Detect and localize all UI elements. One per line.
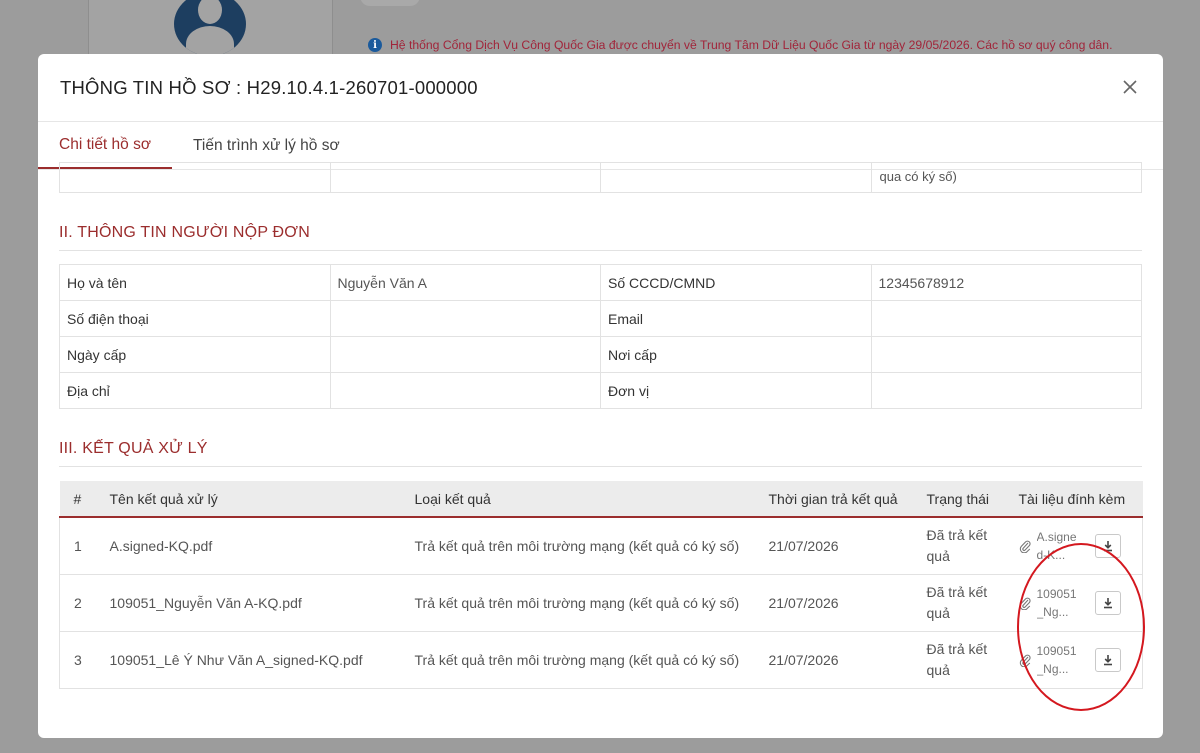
result-type: Trả kết quả trên môi trường mạng (kết qu… [404, 574, 759, 632]
results-table: # Tên kết quả xử lý Loại kết quả Thời gi… [59, 481, 1143, 689]
paperclip-icon [1019, 654, 1031, 667]
table-row: Số điện thoại Email [59, 300, 1142, 337]
table-cell [329, 162, 601, 193]
column-header: # [59, 481, 100, 518]
result-time: 21/07/2026 [758, 517, 917, 575]
result-name: 109051_Nguyễn Văn A-KQ.pdf [99, 574, 405, 632]
column-header: Thời gian trả kết quả [758, 481, 917, 518]
field-value: Nguyễn Văn A [329, 264, 601, 301]
field-label: Email [600, 300, 872, 337]
applicant-info-table: Họ và tên Nguyễn Văn A Số CCCD/CMND 1234… [59, 264, 1142, 409]
row-index: 1 [59, 517, 100, 575]
field-label: Số CCCD/CMND [600, 264, 872, 301]
paperclip-icon [1019, 540, 1031, 553]
field-label: Ngày cấp [59, 336, 331, 373]
result-name: A.signed-KQ.pdf [99, 517, 405, 575]
record-info-modal: THÔNG TIN HỒ SƠ : H29.10.4.1-260701-0000… [38, 54, 1163, 738]
field-value [329, 372, 601, 409]
table-cell [59, 162, 331, 193]
table-row: 1 A.signed-KQ.pdf Trả kết quả trên môi t… [59, 517, 1143, 575]
result-status: Đã trả kết quả [916, 517, 1009, 575]
results-section-title: III. KẾT QUẢ XỬ LÝ [59, 440, 1142, 467]
attachment-link[interactable]: 109051_Ng... [1037, 585, 1081, 621]
system-notice-text: Hệ thống Cổng Dịch Vụ Công Quốc Gia được… [390, 38, 1113, 52]
result-type: Trả kết quả trên môi trường mạng (kết qu… [404, 517, 759, 575]
download-icon [1103, 540, 1112, 552]
field-value [870, 300, 1142, 337]
result-status: Đã trả kết quả [916, 631, 1009, 689]
result-time: 21/07/2026 [758, 631, 917, 689]
system-notice: i Hệ thống Cổng Dịch Vụ Công Quốc Gia đư… [368, 38, 1112, 52]
field-label: Nơi cấp [600, 336, 872, 373]
field-label: Địa chỉ [59, 372, 331, 409]
attachment-cell: A.signed-K... [1008, 517, 1143, 575]
column-header: Trạng thái [916, 481, 1009, 518]
table-row: Họ và tên Nguyễn Văn A Số CCCD/CMND 1234… [59, 264, 1142, 301]
table-row: 2 109051_Nguyễn Văn A-KQ.pdf Trả kết quả… [59, 574, 1143, 632]
table-cell: qua có ký số) [870, 162, 1142, 193]
table-row: Ngày cấp Nơi cấp [59, 336, 1142, 373]
field-value: 12345678912 [870, 264, 1142, 301]
field-value [329, 336, 601, 373]
column-header: Tài liệu đính kèm [1008, 481, 1143, 518]
paperclip-icon [1019, 597, 1031, 610]
table-row: 3 109051_Lê Ý Như Văn A_signed-KQ.pdf Tr… [59, 631, 1143, 689]
attachment-cell: 109051_Ng... [1008, 574, 1143, 632]
result-time: 21/07/2026 [758, 574, 917, 632]
download-button[interactable] [1094, 647, 1121, 672]
close-icon[interactable] [1119, 76, 1141, 98]
download-button[interactable] [1094, 590, 1121, 615]
field-value [870, 372, 1142, 409]
modal-header: THÔNG TIN HỒ SƠ : H29.10.4.1-260701-0000… [38, 54, 1163, 122]
attachment-link[interactable]: A.signed-K... [1037, 528, 1081, 564]
field-label: Số điện thoại [59, 300, 331, 337]
column-header: Loại kết quả [404, 481, 759, 518]
download-icon [1103, 654, 1112, 665]
applicant-section-title: II. THÔNG TIN NGƯỜI NỘP ĐƠN [59, 224, 1142, 251]
column-header: Tên kết quả xử lý [99, 481, 405, 518]
result-status: Đã trả kết quả [916, 574, 1009, 632]
row-index: 2 [59, 574, 100, 632]
table-cell [600, 162, 872, 193]
modal-body[interactable]: qua có ký số) II. THÔNG TIN NGƯỜI NỘP ĐƠ… [38, 162, 1163, 689]
field-value [329, 300, 601, 337]
attachment-link[interactable]: 109051_Ng... [1037, 642, 1081, 678]
attachment-cell: 109051_Ng... [1008, 631, 1143, 689]
field-value [870, 336, 1142, 373]
modal-title: THÔNG TIN HỒ SƠ : H29.10.4.1-260701-0000… [60, 76, 478, 98]
download-button[interactable] [1094, 533, 1121, 558]
result-type: Trả kết quả trên môi trường mạng (kết qu… [404, 631, 759, 689]
table-row: Địa chỉ Đơn vị [59, 372, 1142, 409]
row-index: 3 [59, 631, 100, 689]
table-header-row: # Tên kết quả xử lý Loại kết quả Thời gi… [59, 481, 1143, 518]
background-pill-button [360, 0, 420, 6]
info-icon: i [368, 38, 382, 52]
previous-section-table: qua có ký số) [59, 162, 1142, 193]
field-label: Đơn vị [600, 372, 872, 409]
field-label: Họ và tên [59, 264, 331, 301]
result-name: 109051_Lê Ý Như Văn A_signed-KQ.pdf [99, 631, 405, 689]
download-icon [1103, 597, 1112, 608]
